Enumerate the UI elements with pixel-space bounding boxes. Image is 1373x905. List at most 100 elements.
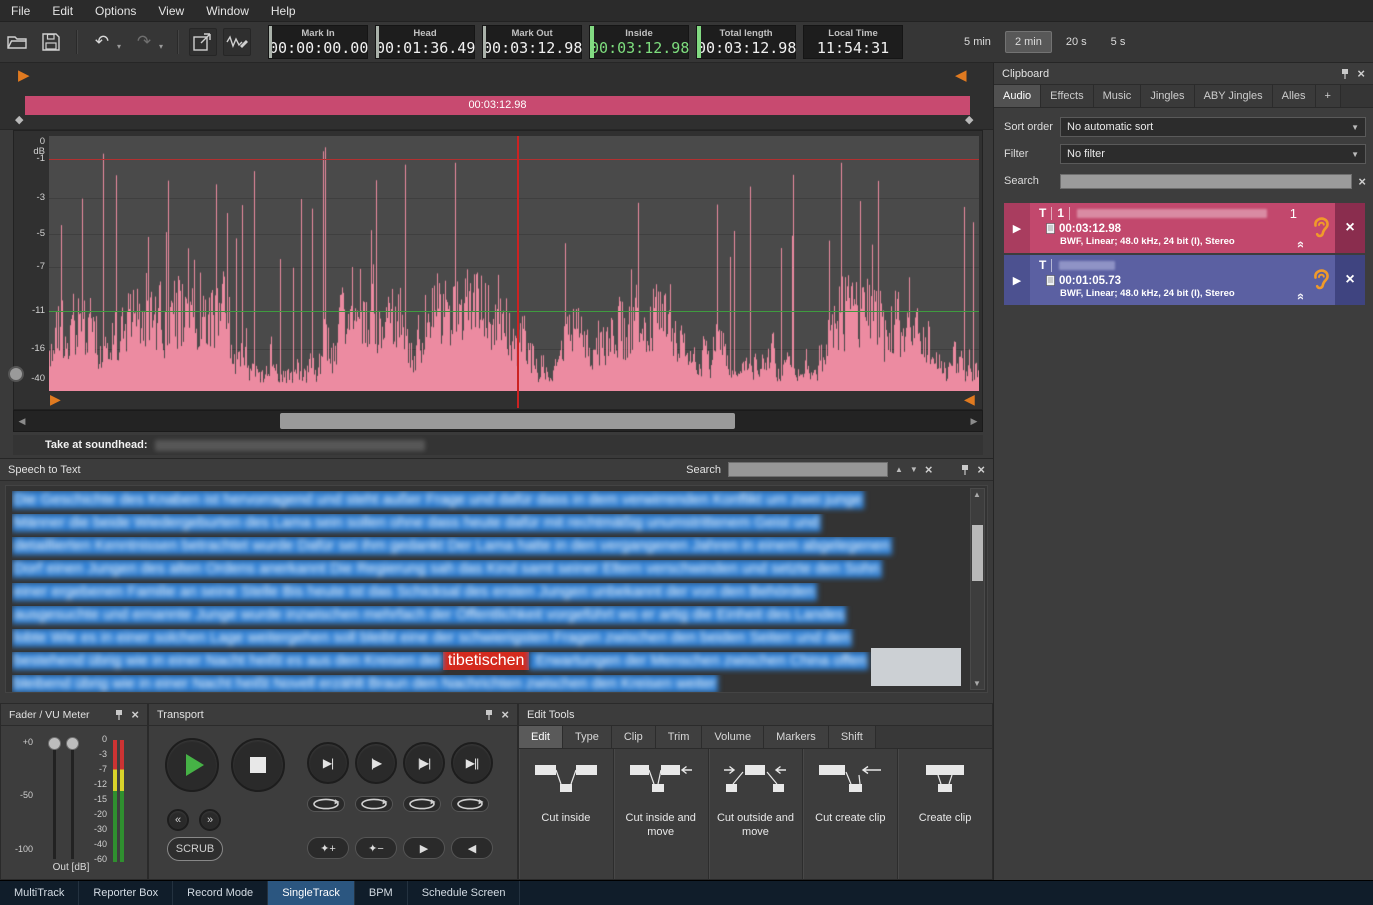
redo-button[interactable]: ↷: [130, 28, 158, 56]
marker-button-3[interactable]: ▶: [403, 837, 445, 859]
clipboard-item-1[interactable]: ▶T1100:03:12.98BWF, Linear; 48.0 kHz, 24…: [1004, 203, 1365, 253]
pin-icon[interactable]: [1340, 68, 1350, 80]
scrub-button[interactable]: SCRUB: [167, 837, 223, 861]
clipboard-item-2[interactable]: ▶T00:01:05.73BWF, Linear; 48.0 kHz, 24 b…: [1004, 255, 1365, 305]
statusbar-tab-singletrack[interactable]: SingleTrack: [268, 881, 355, 905]
waveform-edit-button[interactable]: [223, 28, 251, 56]
speech-search-input[interactable]: [728, 462, 888, 477]
fader-track-right[interactable]: [71, 744, 74, 859]
prelisten-play-button[interactable]: ▶: [1004, 203, 1030, 253]
tool-cut-create-clip[interactable]: Cut create clip: [803, 749, 898, 879]
tool-create-clip[interactable]: Create clip: [898, 749, 992, 879]
menu-file[interactable]: File: [0, 0, 41, 22]
transport-play-variant-button-3[interactable]: |▶|: [403, 742, 445, 784]
mark-out-flag-icon[interactable]: ◀: [955, 66, 967, 84]
tab-edit[interactable]: Edit: [519, 726, 563, 748]
stop-button[interactable]: [231, 738, 285, 792]
scrollbar-thumb[interactable]: [280, 413, 735, 429]
redo-dropdown-arrow[interactable]: ▾: [159, 42, 163, 51]
zoom-button-2-min[interactable]: 2 min: [1005, 31, 1052, 53]
tab-trim[interactable]: Trim: [656, 726, 703, 748]
save-button[interactable]: [37, 28, 65, 56]
statusbar-tab-schedule-screen[interactable]: Schedule Screen: [408, 881, 521, 905]
pin-icon[interactable]: [114, 709, 124, 721]
tool-cut-inside[interactable]: Cut inside: [519, 749, 614, 879]
selection-region-bar[interactable]: 00:03:12.98: [25, 96, 970, 115]
scroll-left-icon[interactable]: ◀: [14, 416, 30, 427]
undo-dropdown-arrow[interactable]: ▾: [117, 42, 121, 51]
statusbar-tab-record-mode[interactable]: Record Mode: [173, 881, 268, 905]
statusbar-tab-multitrack[interactable]: MultiTrack: [0, 881, 79, 905]
scroll-down-icon[interactable]: ▼: [973, 679, 981, 688]
menu-help[interactable]: Help: [260, 0, 307, 22]
mark-in-flag-icon[interactable]: ▶: [18, 66, 30, 84]
clipboard-tab-audio[interactable]: Audio: [994, 85, 1041, 107]
transport-play-variant-button-4[interactable]: ▶||: [451, 742, 493, 784]
marker-button-4[interactable]: ◀: [451, 837, 493, 859]
remove-item-button[interactable]: ×: [1335, 255, 1365, 305]
undo-button[interactable]: ↶: [88, 28, 116, 56]
remove-item-button[interactable]: ×: [1335, 203, 1365, 253]
sort-order-select[interactable]: No automatic sort ▼: [1060, 117, 1366, 137]
search-clear-icon[interactable]: ×: [1358, 174, 1366, 189]
menu-options[interactable]: Options: [84, 0, 147, 22]
horizontal-scrollbar[interactable]: ◀ ▶: [13, 410, 983, 432]
clipboard-search-input[interactable]: [1060, 174, 1352, 189]
open-file-button[interactable]: [3, 28, 31, 56]
search-next-icon[interactable]: ▼: [910, 465, 918, 474]
search-clear-icon[interactable]: ×: [925, 464, 933, 476]
play-button[interactable]: [165, 738, 219, 792]
prelisten-ear-button[interactable]: [1307, 203, 1335, 253]
tab-markers[interactable]: Markers: [764, 726, 829, 748]
playhead-cursor[interactable]: [517, 136, 519, 408]
menu-edit[interactable]: Edit: [41, 0, 84, 22]
clipboard-tab-effects[interactable]: Effects: [1041, 85, 1093, 107]
pin-icon[interactable]: [484, 709, 494, 721]
highlighted-word[interactable]: tibetischen: [443, 652, 530, 670]
transport-play-variant-button-2[interactable]: |▶: [355, 742, 397, 784]
statusbar-tab-reporter-box[interactable]: Reporter Box: [79, 881, 173, 905]
tab-type[interactable]: Type: [563, 726, 612, 748]
clipboard-tab-alles[interactable]: Alles: [1273, 85, 1316, 107]
insert-take-button[interactable]: [189, 28, 217, 56]
close-icon[interactable]: ×: [131, 709, 139, 721]
marker-button-1[interactable]: ✦+: [307, 837, 349, 859]
fader-track-left[interactable]: [53, 744, 56, 859]
tab-clip[interactable]: Clip: [612, 726, 656, 748]
transcript-scrollbar[interactable]: ▲ ▼: [970, 488, 985, 690]
zoom-button-20-s[interactable]: 20 s: [1056, 31, 1097, 53]
waveform-display[interactable]: [49, 136, 979, 391]
filter-select[interactable]: No filter ▼: [1060, 144, 1366, 164]
transcript-text-area[interactable]: Die Geschichte des Knaben ist hervorrage…: [5, 485, 988, 693]
marker-button-2[interactable]: ✦−: [355, 837, 397, 859]
scroll-up-icon[interactable]: ▲: [973, 490, 981, 499]
pin-icon[interactable]: [960, 464, 970, 476]
zoom-button-5-s[interactable]: 5 s: [1101, 31, 1136, 53]
menu-view[interactable]: View: [147, 0, 195, 22]
clipboard-tab-jingles[interactable]: Jingles: [1141, 85, 1194, 107]
scrollbar-track[interactable]: [30, 413, 966, 429]
tab-volume[interactable]: Volume: [702, 726, 764, 748]
statusbar-tab-bpm[interactable]: BPM: [355, 881, 408, 905]
mark-out-triangle-icon[interactable]: ◀: [964, 391, 975, 408]
scroll-right-icon[interactable]: ▶: [966, 416, 982, 427]
gain-knob[interactable]: [8, 366, 24, 382]
zoom-button-5-min[interactable]: 5 min: [954, 31, 1001, 53]
transport-play-variant-button-1[interactable]: ▶|: [307, 742, 349, 784]
loop-mode-button-1[interactable]: [307, 796, 345, 812]
right-handle-icon[interactable]: ◆: [965, 113, 973, 126]
clipboard-tab-item[interactable]: +: [1316, 85, 1341, 107]
tool-cut-inside-and-move[interactable]: Cut inside and move: [614, 749, 709, 879]
clipboard-tab-aby-jingles[interactable]: ABY Jingles: [1195, 85, 1273, 107]
skip-button-back[interactable]: «: [167, 809, 189, 831]
expand-chevron-icon[interactable]: »: [1292, 293, 1307, 300]
loop-mode-button-2[interactable]: [355, 796, 393, 812]
close-icon[interactable]: ×: [501, 709, 509, 721]
prelisten-ear-button[interactable]: [1307, 255, 1335, 305]
fader-knob-left[interactable]: [48, 737, 61, 750]
clipboard-tab-music[interactable]: Music: [1094, 85, 1142, 107]
prelisten-play-button[interactable]: ▶: [1004, 255, 1030, 305]
transcript-scroll-thumb[interactable]: [972, 525, 983, 581]
expand-chevron-icon[interactable]: »: [1292, 241, 1307, 248]
tab-shift[interactable]: Shift: [829, 726, 876, 748]
